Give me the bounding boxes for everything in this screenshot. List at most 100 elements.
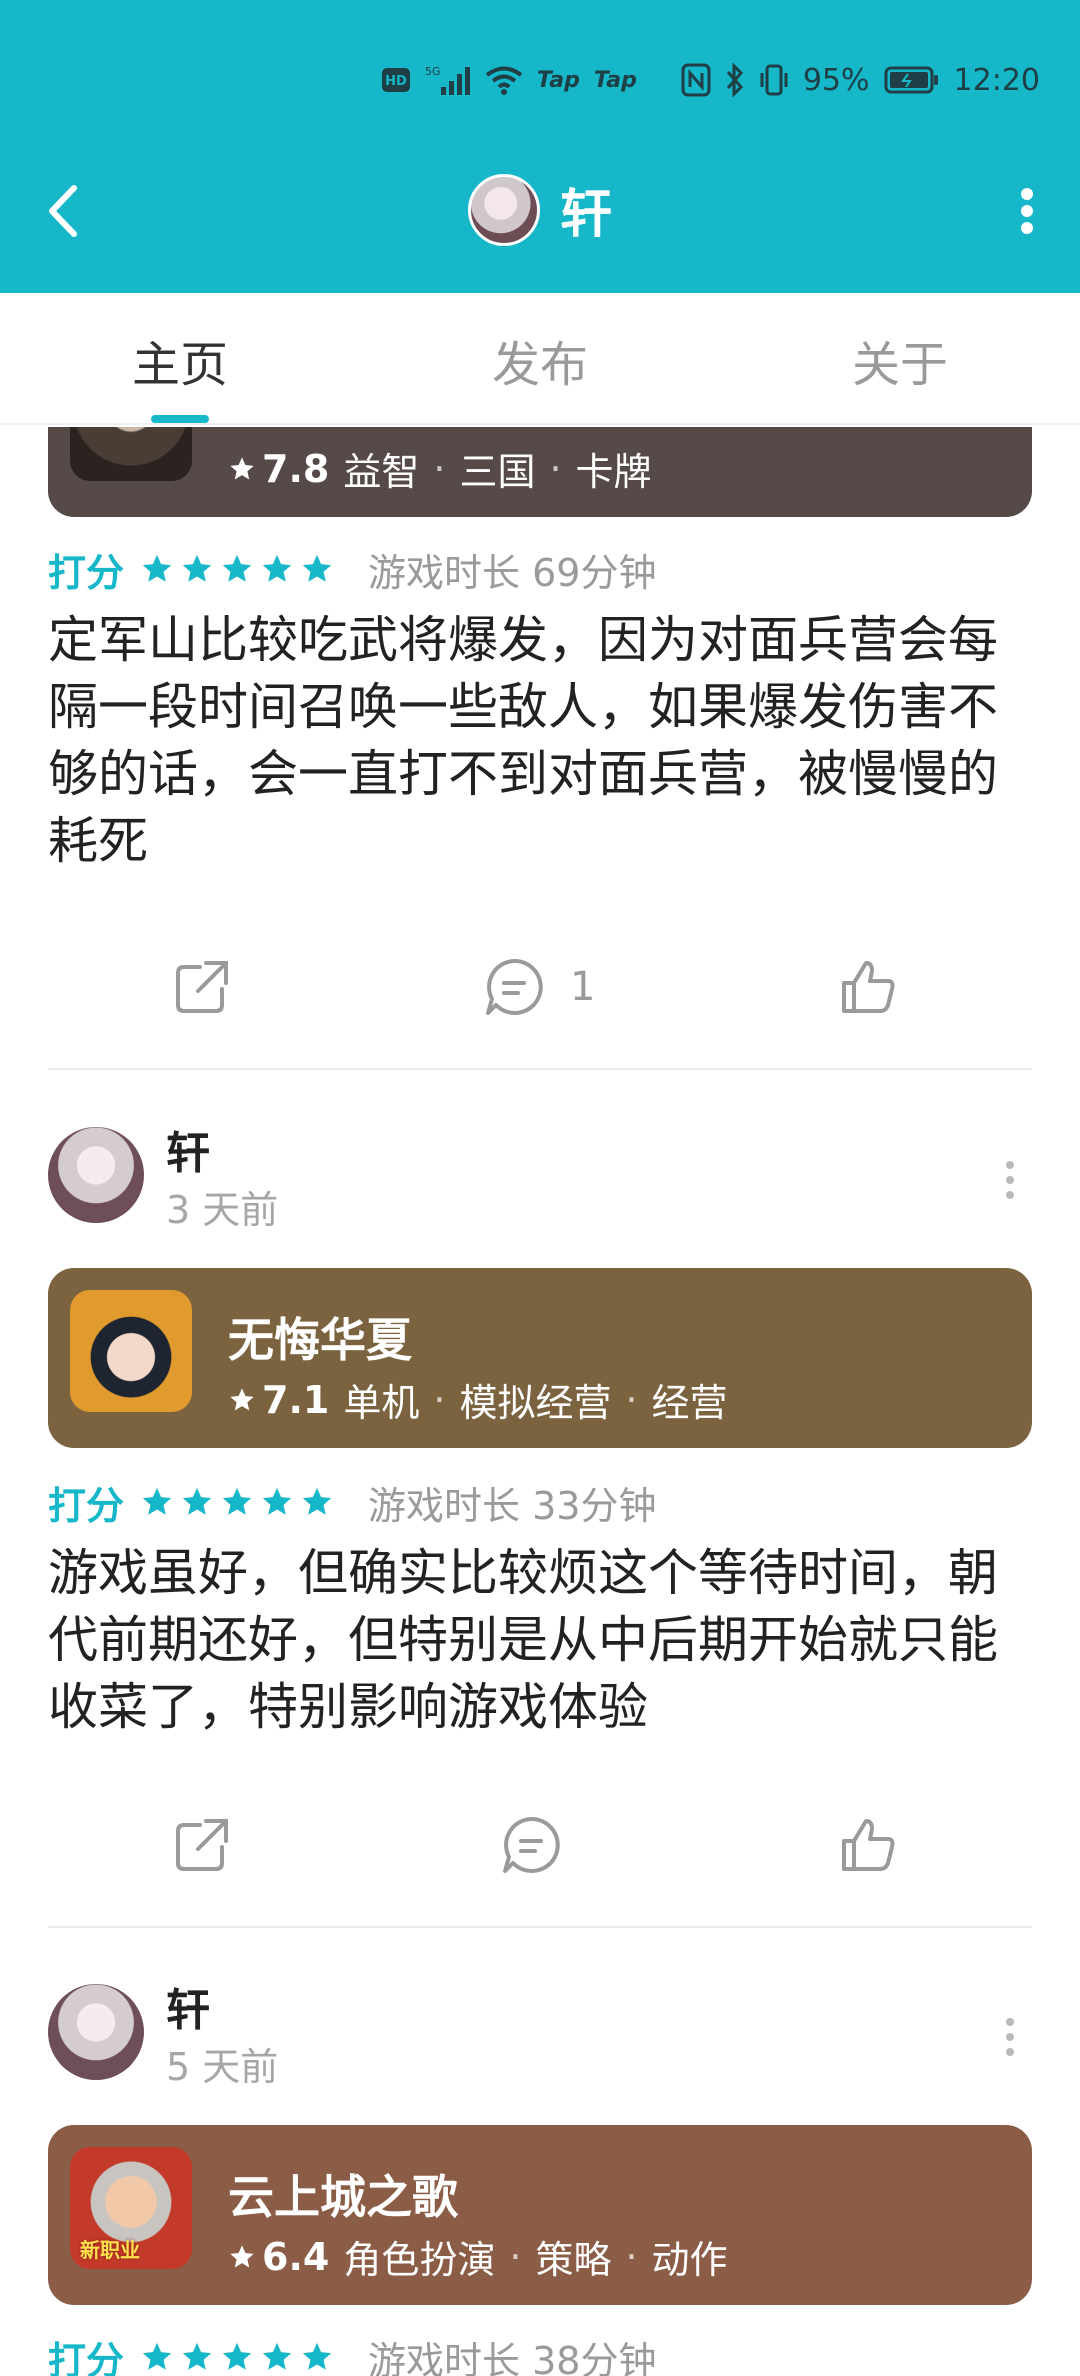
rating-row: 打分 游戏时长 38分钟 xyxy=(48,2332,656,2376)
author-name[interactable]: 轩 xyxy=(166,1974,210,2038)
clock: 12:20 xyxy=(953,62,1040,98)
share-button[interactable] xyxy=(170,947,234,1027)
play-duration: 游戏时长 33分钟 xyxy=(368,1483,657,1528)
star-icon xyxy=(222,2342,252,2370)
more-vertical-icon[interactable] xyxy=(1006,2018,1016,2056)
comment-button[interactable] xyxy=(499,1805,587,1885)
star-icon xyxy=(302,1487,332,1515)
game-tag: 策略 xyxy=(535,2238,612,2282)
share-button[interactable] xyxy=(170,1805,234,1885)
avatar[interactable] xyxy=(48,1127,144,1223)
star-icon xyxy=(230,2244,254,2267)
divider xyxy=(48,1068,1032,1070)
game-tag: 益智 xyxy=(343,450,420,494)
bluetooth-icon xyxy=(725,63,745,97)
profile-title: 轩 xyxy=(0,172,1080,247)
avatar[interactable] xyxy=(467,173,540,246)
tab-bar: 主页 发布 关于 xyxy=(0,293,1080,425)
more-vertical-icon[interactable] xyxy=(1018,188,1036,234)
game-tag: 模拟经营 xyxy=(459,1381,612,1425)
star-rating xyxy=(140,2340,334,2374)
star-icon xyxy=(222,554,252,582)
rating-label: 打分 xyxy=(48,550,125,595)
battery-icon xyxy=(884,65,940,95)
tab-home[interactable]: 主页 xyxy=(0,325,360,395)
like-button[interactable] xyxy=(836,947,900,1027)
comment-button[interactable]: 1 xyxy=(482,947,595,1027)
game-icon-badge: 新职业 xyxy=(80,2238,140,2262)
share-icon xyxy=(176,961,228,1013)
divider xyxy=(48,1926,1032,1928)
star-icon xyxy=(182,1487,212,1515)
post-actions xyxy=(0,1805,1080,1885)
star-icon xyxy=(230,456,254,479)
rating-row: 打分 游戏时长 33分钟 xyxy=(48,1477,657,1528)
comment-icon xyxy=(503,1816,560,1873)
game-icon: 新职业 xyxy=(70,2147,192,2269)
hd-icon: HD xyxy=(381,67,411,93)
signal-icon: 5G xyxy=(425,63,471,97)
game-rating: 7.1 xyxy=(262,1377,330,1422)
thumbs-up-icon xyxy=(842,961,895,1013)
star-icon xyxy=(302,554,332,582)
rating-label: 打分 xyxy=(48,2338,125,2376)
game-name: 无悔华夏 xyxy=(228,1313,412,1367)
like-button[interactable] xyxy=(836,1805,900,1885)
game-tag: 角色扮演 xyxy=(343,2238,496,2282)
play-duration: 游戏时长 38分钟 xyxy=(368,2338,657,2376)
game-card[interactable]: 7.8 益智 · 三国 · 卡牌 xyxy=(48,427,1032,517)
wifi-icon xyxy=(485,65,523,95)
star-icon xyxy=(142,554,172,582)
tab-posts[interactable]: 发布 xyxy=(360,325,720,395)
post-time: 3 天前 xyxy=(166,1188,279,1232)
game-icon xyxy=(70,1290,192,1412)
comment-count: 1 xyxy=(570,964,596,1010)
tap-notification-2: Tap xyxy=(593,67,637,93)
star-rating xyxy=(140,552,334,586)
game-rating: 7.8 xyxy=(262,446,330,491)
status-bar: HD 5G Tap Tap 95% 12:20 xyxy=(381,58,1040,102)
play-duration: 游戏时长 69分钟 xyxy=(368,550,657,595)
post-author[interactable]: 轩 5 天前 xyxy=(48,1974,1032,2089)
page-title: 轩 xyxy=(559,185,612,245)
star-icon xyxy=(262,1487,292,1515)
post-time: 5 天前 xyxy=(166,2045,279,2089)
game-card[interactable]: 新职业 云上城之歌 6.4 角色扮演 · 策略 · 动作 xyxy=(48,2125,1032,2305)
nfc-icon xyxy=(681,63,711,97)
star-icon xyxy=(182,554,212,582)
comment-icon xyxy=(486,958,543,1015)
avatar[interactable] xyxy=(48,1984,144,2080)
tab-indicator xyxy=(151,415,209,423)
post-feed[interactable]: 7.8 益智 · 三国 · 卡牌 打分 游戏时长 69分钟 定军山比较吃武将爆发… xyxy=(0,427,1080,2376)
star-icon xyxy=(262,2342,292,2370)
game-tag: 经营 xyxy=(651,1381,728,1425)
app-header: HD 5G Tap Tap 95% 12:20 轩 xyxy=(0,0,1080,293)
star-icon xyxy=(182,2342,212,2370)
game-tag: 三国 xyxy=(459,450,536,494)
game-card[interactable]: 无悔华夏 7.1 单机 · 模拟经营 · 经营 xyxy=(48,1268,1032,1448)
game-tag: 动作 xyxy=(651,2238,728,2282)
battery-percent: 95% xyxy=(802,62,870,98)
tap-notification-1: Tap xyxy=(536,67,580,93)
thumbs-up-icon xyxy=(842,1819,895,1871)
rating-label: 打分 xyxy=(48,1483,125,1528)
tab-about[interactable]: 关于 xyxy=(720,325,1080,395)
svg-text:5G: 5G xyxy=(425,65,441,78)
post-actions: 1 xyxy=(0,947,1080,1027)
svg-text:HD: HD xyxy=(385,74,407,89)
star-icon xyxy=(142,1487,172,1515)
post-author[interactable]: 轩 3 天前 xyxy=(48,1117,1032,1232)
game-icon xyxy=(70,427,192,481)
more-vertical-icon[interactable] xyxy=(1006,1161,1016,1199)
game-tag: 单机 xyxy=(343,1381,420,1425)
star-icon xyxy=(222,1487,252,1515)
star-icon xyxy=(302,2342,332,2370)
review-text[interactable]: 定军山比较吃武将爆发，因为对面兵营会每隔一段时间召唤一些敌人，如果爆发伤害不够的… xyxy=(48,607,1038,875)
star-icon xyxy=(262,554,292,582)
star-icon xyxy=(142,2342,172,2370)
author-name[interactable]: 轩 xyxy=(166,1117,210,1181)
review-text[interactable]: 游戏虽好，但确实比较烦这个等待时间，朝代前期还好，但特别是从中后期开始就只能收菜… xyxy=(48,1540,1038,1741)
game-meta: 6.4 角色扮演 · 策略 · 动作 xyxy=(228,2229,728,2284)
star-rating xyxy=(140,1485,334,1519)
game-rating: 6.4 xyxy=(262,2234,330,2279)
